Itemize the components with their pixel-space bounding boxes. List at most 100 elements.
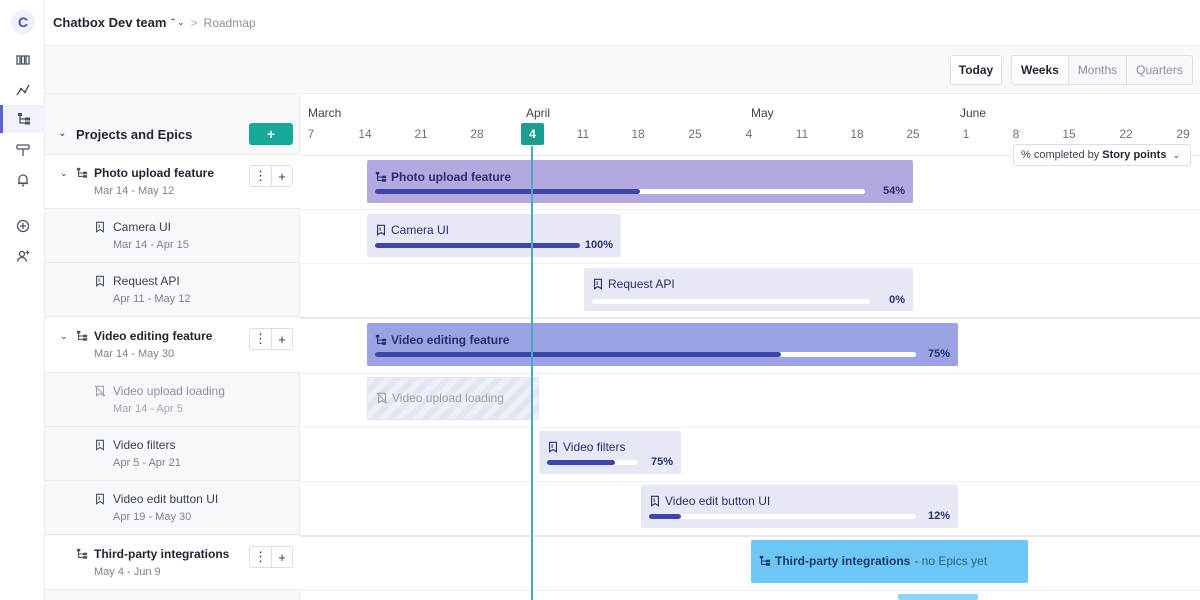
board-nav[interactable] <box>0 46 45 74</box>
epic-row[interactable]: Camera UI Mar 14 - Apr 15 <box>45 209 300 263</box>
day-label: 1 <box>962 127 970 141</box>
epic-icon <box>96 493 104 505</box>
project-dates: May 4 - Jun 9 <box>94 566 161 578</box>
epic-icon <box>651 495 659 507</box>
breadcrumb-separator-icon: > <box>190 15 198 30</box>
add-project-button[interactable]: + <box>249 123 293 145</box>
day-label: 25 <box>906 127 920 141</box>
epic-icon <box>96 275 104 287</box>
scale-months-button[interactable]: Months <box>1067 56 1126 84</box>
progress-track <box>375 189 865 194</box>
project-bar-label: Video editing feature <box>375 333 509 347</box>
day-label: 18 <box>850 127 864 141</box>
progress-track <box>375 352 916 357</box>
epic-bar-label: Video edit button UI <box>649 494 770 508</box>
month-label: June <box>960 106 987 120</box>
add-epic-icon[interactable]: + <box>271 166 292 186</box>
epic-name[interactable]: Request API <box>113 274 180 288</box>
project-name[interactable]: Photo upload feature <box>94 166 214 180</box>
project-row[interactable]: Third-party integrations May 4 - Jun 9 ⋮… <box>45 536 300 590</box>
invite-nav[interactable] <box>0 242 45 270</box>
add-epic-icon[interactable]: + <box>271 547 292 567</box>
project-bar[interactable]: Third-party integrations - no Epics yet <box>751 540 1028 583</box>
epic-bar[interactable]: Video filters 75% <box>539 431 681 474</box>
epic-name[interactable]: Video filters <box>113 438 175 452</box>
row-divider <box>300 427 1200 428</box>
epic-unscheduled-icon <box>376 392 388 404</box>
epic-bar[interactable]: Camera UI 100% <box>367 214 621 257</box>
epic-row[interactable]: Video filters Apr 5 - Apr 21 <box>45 427 300 481</box>
epic-dates: Apr 5 - Apr 21 <box>113 457 181 469</box>
epic-unscheduled-icon <box>94 385 106 397</box>
epic-name[interactable]: Video upload loading <box>113 384 225 398</box>
create-nav[interactable] <box>0 212 45 240</box>
today-button[interactable]: Today <box>950 55 1002 85</box>
project-divider <box>300 535 1200 537</box>
epic-bar[interactable]: Video edit button UI 12% <box>641 485 958 528</box>
milestone-nav[interactable] <box>0 136 45 164</box>
project-row[interactable]: ⌄ Video editing feature Mar 14 - May 30 … <box>45 318 300 373</box>
project-bar-title: Video editing feature <box>391 333 510 347</box>
epic-icon <box>377 224 385 236</box>
epic-bar-unscheduled[interactable]: Video upload loading <box>367 377 539 420</box>
more-options-icon[interactable]: ⋮ <box>250 329 271 349</box>
add-epic-icon[interactable]: + <box>271 329 292 349</box>
project-bar[interactable]: Video editing feature 75% <box>367 323 958 366</box>
progress-fill <box>375 352 781 357</box>
row-divider <box>300 209 1200 210</box>
project-row[interactable]: ⌄ Photo upload feature Mar 14 - May 12 ⋮… <box>45 155 300 209</box>
team-switcher[interactable]: Chatbox Dev team <box>53 15 166 30</box>
progress-percent: 75% <box>650 456 673 468</box>
epic-row[interactable]: Video edit button UI Apr 19 - May 30 <box>45 481 300 535</box>
month-label: April <box>526 106 551 120</box>
progress-track <box>375 243 580 248</box>
progress-metric-select[interactable]: % completed by Story points ⌄ <box>1013 144 1191 166</box>
chart-nav[interactable] <box>0 76 45 104</box>
collapse-chevron-icon[interactable]: ⌄ <box>60 168 68 179</box>
projects-list: ⌄ Projects and Epics + ⌄ Photo upload fe… <box>45 94 300 600</box>
roadmap-nav[interactable] <box>0 105 45 133</box>
notifications-nav[interactable] <box>0 166 45 194</box>
epic-dates: Mar 14 - Apr 5 <box>113 403 183 415</box>
today-date-chip: 4 <box>521 123 544 145</box>
project-name[interactable]: Third-party integrations <box>94 547 229 561</box>
project-icon <box>375 171 387 182</box>
more-options-icon[interactable]: ⋮ <box>250 547 271 567</box>
day-label: 8 <box>1012 127 1020 141</box>
epic-row[interactable]: Video upload loading Mar 14 - Apr 5 <box>45 373 300 427</box>
board-icon <box>15 55 30 65</box>
project-actions: ⋮ + <box>249 165 293 187</box>
month-label: May <box>751 106 774 120</box>
roadmap-timeline: March April May June 7 14 21 28 4 11 18 … <box>300 94 1200 600</box>
epic-icon <box>549 441 557 453</box>
project-actions: ⋮ + <box>249 328 293 350</box>
project-name[interactable]: Video editing feature <box>94 329 212 343</box>
team-switcher-caret-icon[interactable]: ⌃⌄ <box>169 17 184 28</box>
workspace-logo[interactable]: C <box>11 10 35 34</box>
epic-name[interactable]: Camera UI <box>113 220 171 234</box>
epic-dates: Apr 11 - May 12 <box>113 293 191 305</box>
epic-bar[interactable]: Request API 0% <box>584 268 913 311</box>
progress-track <box>649 514 916 519</box>
more-options-icon[interactable]: ⋮ <box>250 166 271 186</box>
epic-dates: Mar 14 - Apr 15 <box>113 239 189 251</box>
epic-icon <box>96 221 104 233</box>
breadcrumb-roadmap[interactable]: Roadmap <box>204 16 256 30</box>
project-bar-title: Photo upload feature <box>391 170 511 184</box>
collapse-all-chevron-icon[interactable]: ⌄ <box>58 128 66 139</box>
progress-percent: 54% <box>882 185 905 197</box>
scale-quarters-button[interactable]: Quarters <box>1126 56 1192 84</box>
collapse-chevron-icon[interactable]: ⌄ <box>60 331 68 342</box>
epic-name[interactable]: Video edit button UI <box>113 492 218 506</box>
scale-weeks-button[interactable]: Weeks <box>1012 56 1068 84</box>
project-icon <box>76 167 88 178</box>
epic-bar-label: Video upload loading <box>376 391 504 405</box>
epic-row[interactable]: Request API Apr 11 - May 12 <box>45 263 300 317</box>
epic-icon <box>96 439 104 451</box>
projects-header-title: Projects and Epics <box>76 127 193 142</box>
chevron-down-icon: ⌄ <box>1172 149 1180 160</box>
day-label: 11 <box>576 127 590 141</box>
epic-dates: Apr 19 - May 30 <box>113 511 192 523</box>
project-bar[interactable]: Photo upload feature 54% <box>367 160 913 203</box>
project-bar-label: Third-party integrations - no Epics yet <box>759 554 987 568</box>
